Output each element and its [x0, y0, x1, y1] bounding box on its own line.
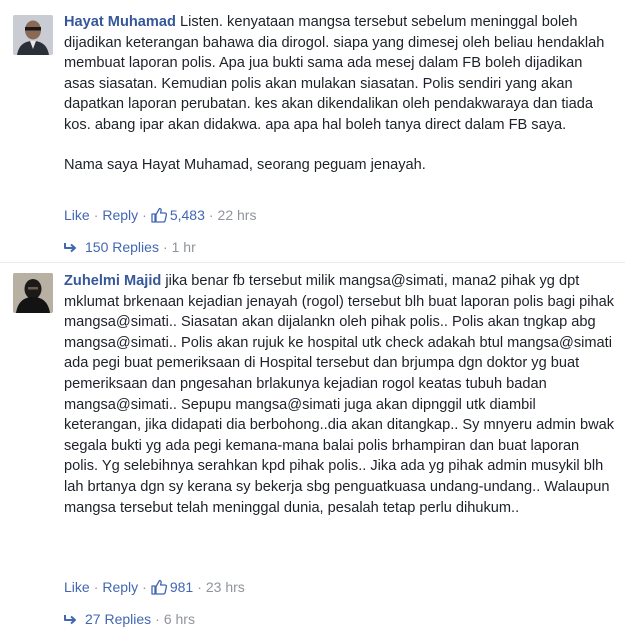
like-link[interactable]: Like	[64, 579, 90, 595]
reply-arrow-icon	[64, 613, 78, 625]
comment-text: jika benar fb tersebut milik mangsa@sima…	[64, 273, 615, 413]
separator-dot: ·	[197, 579, 202, 595]
like-thumb-icon	[151, 207, 167, 223]
like-thumb-icon	[151, 579, 167, 595]
separator-dot: ·	[93, 207, 99, 223]
comment-timestamp[interactable]: 22 hrs	[218, 207, 257, 223]
comment-body: Hayat Muhamad Listen. kenyataan mangsa t…	[64, 12, 616, 175]
comment-text-secondary: keterangan, jika didapati dia berbohong.…	[64, 417, 615, 516]
comment-timestamp[interactable]: 23 hrs	[206, 579, 245, 595]
replies-count[interactable]: 150 Replies	[85, 239, 159, 255]
comment-author[interactable]: Zuhelmi Majid	[64, 273, 161, 289]
separator-dot: ·	[208, 207, 214, 223]
like-count[interactable]: 5,483	[170, 207, 205, 223]
comment-text: Listen. kenyataan mangsa tersebut sebelu…	[64, 14, 605, 133]
comment-text-secondary: Nama saya Hayat Muhamad, seorang peguam …	[64, 156, 426, 173]
like-count[interactable]: 981	[170, 579, 193, 595]
replies-timestamp: 1 hr	[171, 239, 196, 255]
comment-body: Zuhelmi Majid jika benar fb tersebut mil…	[64, 271, 616, 518]
separator-dot: ·	[142, 579, 147, 595]
replies-count[interactable]: 27 Replies	[85, 611, 151, 627]
like-link[interactable]: Like	[64, 207, 90, 223]
comment-author[interactable]: Hayat Muhamad	[64, 14, 176, 30]
reply-arrow-icon	[64, 241, 78, 253]
reply-link[interactable]: Reply	[102, 207, 138, 223]
divider	[0, 262, 625, 263]
comment-actions: Like · Reply · 5,483 · 22 hrs	[64, 207, 256, 223]
view-replies[interactable]: 27 Replies · 6 hrs	[64, 611, 195, 627]
avatar[interactable]	[13, 15, 53, 55]
replies-timestamp: 6 hrs	[163, 611, 195, 627]
comment-actions: Like · Reply · 981 · 23 hrs	[64, 579, 245, 595]
avatar[interactable]	[13, 273, 53, 313]
view-replies[interactable]: 150 Replies · 1 hr	[64, 239, 196, 255]
reply-link[interactable]: Reply	[102, 579, 138, 595]
separator-dot: ·	[155, 611, 160, 627]
separator-dot: ·	[142, 207, 147, 223]
separator-dot: ·	[93, 579, 99, 595]
separator-dot: ·	[162, 239, 168, 255]
